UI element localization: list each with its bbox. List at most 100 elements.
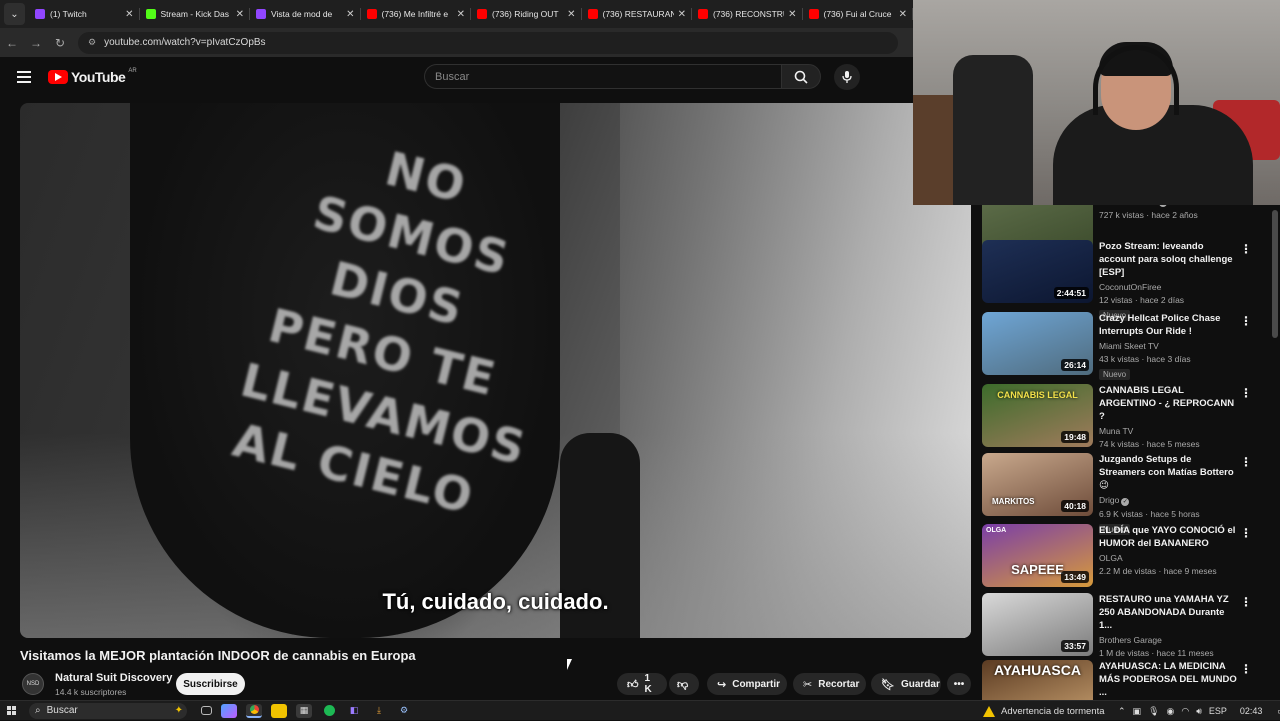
close-icon[interactable]: ✕	[899, 9, 907, 20]
tab-7[interactable]: (736) Fui al Cruce ✕	[803, 0, 914, 28]
related-video-title[interactable]: Crazy Hellcat Police Chase Interrupts Ou…	[1099, 312, 1239, 338]
tab-title: (736) RESTAURAN	[602, 9, 674, 19]
windows-start-icon[interactable]	[7, 705, 17, 716]
file-explorer-icon[interactable]	[271, 703, 287, 718]
video-thumbnail[interactable]: MARKITOS 40:18	[982, 453, 1093, 516]
calendar-icon[interactable]: ▦	[296, 703, 312, 718]
subscribe-button[interactable]: Suscribirse	[176, 673, 245, 695]
related-video-channel[interactable]: OLGA	[1099, 553, 1239, 563]
wifi-icon[interactable]: ◠	[1181, 706, 1189, 717]
weather-widget[interactable]: Advertencia de tormenta	[983, 701, 1105, 721]
reload-icon[interactable]: ↻	[48, 36, 72, 50]
related-video-item[interactable]: 33:57 RESTAURO una YAMAHA YZ 250 ABANDONA…	[982, 593, 1272, 658]
tabs-container: (1) Twitch ✕ Stream - Kick Das ✕ Vista de mo…	[29, 0, 913, 28]
video-thumbnail[interactable]: CANNABIS LEGAL 19:48	[982, 384, 1093, 447]
related-video-title[interactable]: CANNABIS LEGAL ARGENTINO - ¿ REPROCANN ?	[1099, 384, 1239, 423]
related-video-title[interactable]: RESTAURO una YAMAHA YZ 250 ABANDONADA Du…	[1099, 593, 1239, 632]
related-video-title[interactable]: EL DÍA que YAYO CONOCIÓ el HUMOR del BAN…	[1099, 524, 1239, 550]
more-vertical-icon[interactable]: ⋮	[1240, 242, 1252, 256]
related-video-channel[interactable]: Miami Skeet TV	[1099, 341, 1239, 351]
channel-name[interactable]: Natural Suit Discovery	[55, 672, 172, 684]
related-video-item[interactable]: SAPEEE OLGA 13:49 EL DÍA que YAYO CONOCIÓ e…	[982, 524, 1272, 588]
more-vertical-icon[interactable]: ⋮	[1240, 386, 1252, 400]
chrome-icon[interactable]	[246, 703, 262, 718]
tray-discord-icon[interactable]: ◉	[1167, 706, 1175, 717]
video-thumbnail[interactable]: SAPEEE OLGA 13:49	[982, 524, 1093, 587]
scrollbar-thumb[interactable]	[1272, 210, 1278, 338]
tab-1[interactable]: Stream - Kick Das ✕	[140, 0, 251, 28]
like-button[interactable]: 👍︎ 1 K	[617, 673, 667, 695]
more-actions-button[interactable]: •••	[947, 673, 971, 695]
dislike-button[interactable]: 👎︎	[669, 673, 699, 695]
close-icon[interactable]: ✕	[567, 9, 575, 20]
tab-5[interactable]: (736) RESTAURAN ✕	[582, 0, 693, 28]
tab-search-menu-icon[interactable]: ⌄	[4, 3, 25, 25]
related-video-item[interactable]: CANNABIS LEGAL 19:48 CANNABIS LEGAL ARGENT…	[982, 384, 1272, 449]
related-video-channel[interactable]: Brothers Garage	[1099, 635, 1239, 645]
video-thumbnail[interactable]: AYAHUASCA	[982, 660, 1093, 700]
spotify-icon[interactable]	[321, 704, 337, 718]
steam-icon[interactable]: ⚙	[396, 704, 412, 718]
youtube-logo[interactable]: YouTube AR	[48, 68, 137, 85]
more-vertical-icon[interactable]: ⋮	[1240, 455, 1252, 469]
related-video-title[interactable]: Pozo Stream: leveando account para soloq…	[1099, 240, 1239, 279]
search-input[interactable]: Buscar	[424, 64, 781, 89]
menu-icon[interactable]	[17, 71, 31, 83]
related-video-item[interactable]: MARKITOS 40:18 Juzgando Setups de Streamer…	[982, 453, 1272, 535]
voice-search-button[interactable]	[834, 64, 860, 90]
tab-3[interactable]: (736) Me Infiltré e ✕	[361, 0, 472, 28]
tray-chevron-icon[interactable]: ⌃	[1118, 706, 1126, 717]
tab-4[interactable]: (736) Riding OUT ✕	[471, 0, 582, 28]
site-info-icon[interactable]: ⚙	[88, 37, 96, 48]
save-button[interactable]: 🔖︎ Guardar	[871, 673, 941, 695]
tab-0[interactable]: (1) Twitch ✕	[29, 0, 140, 28]
video-thumbnail[interactable]: 26:14	[982, 312, 1093, 375]
sidebar-scrollbar[interactable]	[1270, 205, 1280, 700]
channel-label: Drigo	[1099, 495, 1120, 505]
channel-avatar[interactable]: NSD	[22, 673, 44, 695]
language-indicator[interactable]: ESP	[1209, 706, 1227, 716]
app-icon-purple[interactable]: ◧	[346, 704, 362, 718]
search-button[interactable]	[781, 64, 821, 89]
tab-6[interactable]: (736) RECONSTRU ✕	[692, 0, 803, 28]
taskbar-search-label: Buscar	[46, 705, 78, 716]
close-icon[interactable]: ✕	[125, 9, 133, 20]
close-icon[interactable]: ✕	[346, 9, 354, 20]
clip-button[interactable]: ✂ Recortar	[793, 673, 866, 695]
copilot-icon[interactable]	[221, 703, 237, 718]
close-icon[interactable]: ✕	[678, 9, 686, 20]
video-thumbnail[interactable]: 2:44:51	[982, 240, 1093, 303]
download-app-icon[interactable]: ⤓	[371, 704, 387, 718]
related-video-channel[interactable]: Drigo ✓	[1099, 495, 1239, 506]
related-video-item[interactable]: AYAHUASCA AYAHUASCA: LA MEDICINA MÁS PODE…	[982, 660, 1272, 700]
tab-2[interactable]: Vista de mod de ✕	[250, 0, 361, 28]
video-player[interactable]: NO SOMOS DIOS PERO TE LLEVAMOS AL CIELO Tú, …	[20, 103, 971, 638]
share-button[interactable]: ↪ Compartir	[707, 673, 787, 695]
video-thumbnail[interactable]: 33:57	[982, 593, 1093, 656]
more-vertical-icon[interactable]: ⋮	[1240, 526, 1252, 540]
video-info: Crazy Hellcat Police Chase Interrupts Ou…	[1099, 312, 1239, 382]
close-icon[interactable]: ✕	[788, 9, 796, 20]
tray-app-icon[interactable]: ▣	[1133, 706, 1142, 717]
taskbar-search-input[interactable]: ⌕ Buscar ✦	[29, 702, 187, 719]
task-view-icon[interactable]	[201, 706, 212, 715]
close-icon[interactable]: ✕	[457, 9, 465, 20]
related-video-channel[interactable]: Muna TV	[1099, 426, 1239, 436]
forward-icon[interactable]: →	[24, 36, 48, 50]
related-video-title[interactable]: Juzgando Setups de Streamers con Matías …	[1099, 453, 1239, 492]
clock[interactable]: 02:43	[1240, 706, 1263, 716]
related-video-item[interactable]: 2:44:51 Pozo Stream: leveando account par…	[982, 240, 1272, 321]
volume-icon[interactable]: 🔊︎	[1196, 706, 1202, 717]
more-vertical-icon[interactable]: ⋮	[1240, 314, 1252, 328]
url-field[interactable]: ⚙ youtube.com/watch?v=pIvatCzOpBs	[78, 31, 898, 54]
related-video-title[interactable]: AYAHUASCA: LA MEDICINA MÁS PODEROSA DEL …	[1099, 660, 1239, 699]
youtube-icon	[808, 9, 819, 19]
related-video-channel[interactable]: Rincade i avich✓	[1099, 205, 1239, 207]
more-vertical-icon[interactable]: ⋮	[1240, 595, 1252, 609]
close-icon[interactable]: ✕	[236, 9, 244, 20]
related-video-channel[interactable]: CoconutOnFiree	[1099, 282, 1239, 292]
more-vertical-icon[interactable]: ⋮	[1240, 662, 1252, 676]
tray-mic-icon[interactable]: 🎙︎	[1148, 706, 1159, 717]
related-video-item[interactable]: 26:14 Crazy Hellcat Police Chase Interrup…	[982, 312, 1272, 380]
back-icon[interactable]: ←	[0, 36, 24, 50]
